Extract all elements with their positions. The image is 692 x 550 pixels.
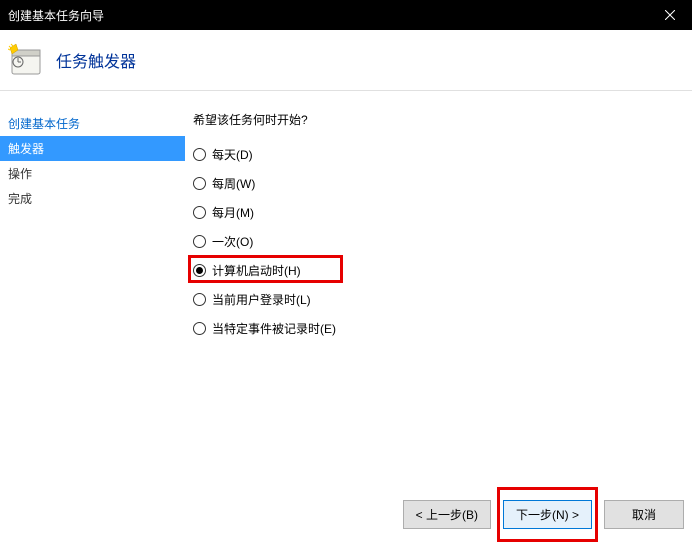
close-button[interactable] — [647, 0, 692, 30]
page-title: 任务触发器 — [56, 48, 136, 72]
radio-icon — [193, 177, 206, 190]
radio-label: 每周(W) — [212, 175, 255, 192]
radio-computer-startup[interactable]: 计算机启动时(H) — [193, 262, 692, 279]
cancel-button[interactable]: 取消 — [604, 500, 684, 529]
titlebar: 创建基本任务向导 — [0, 0, 692, 30]
radio-label: 每月(M) — [212, 204, 254, 221]
sidebar-item-create-task[interactable]: 创建基本任务 — [0, 111, 185, 136]
wizard-footer: < 上一步(B) 下一步(N) > 取消 — [403, 487, 684, 542]
wizard-steps-sidebar: 创建基本任务 触发器 操作 完成 — [0, 91, 185, 501]
radio-daily[interactable]: 每天(D) — [193, 146, 692, 163]
content-area: 创建基本任务 触发器 操作 完成 希望该任务何时开始? 每天(D) 每周(W) … — [0, 91, 692, 501]
radio-icon — [193, 293, 206, 306]
highlight-box-next: 下一步(N) > — [497, 487, 598, 542]
main-panel: 希望该任务何时开始? 每天(D) 每周(W) 每月(M) 一次(O) 计算机 — [185, 91, 692, 501]
sidebar-item-action[interactable]: 操作 — [0, 161, 185, 186]
sidebar-item-trigger[interactable]: 触发器 — [0, 136, 185, 161]
wizard-icon — [8, 42, 44, 78]
radio-label: 当特定事件被记录时(E) — [212, 320, 336, 337]
sidebar-item-finish[interactable]: 完成 — [0, 186, 185, 211]
radio-label: 计算机启动时(H) — [212, 262, 301, 279]
radio-icon — [193, 235, 206, 248]
radio-label: 当前用户登录时(L) — [212, 291, 311, 308]
radio-icon — [193, 206, 206, 219]
radio-weekly[interactable]: 每周(W) — [193, 175, 692, 192]
radio-icon — [193, 148, 206, 161]
radio-specific-event[interactable]: 当特定事件被记录时(E) — [193, 320, 692, 337]
radio-label: 一次(O) — [212, 233, 253, 250]
back-button[interactable]: < 上一步(B) — [403, 500, 491, 529]
close-icon — [665, 10, 675, 20]
trigger-radio-group: 每天(D) 每周(W) 每月(M) 一次(O) 计算机启动时(H) 当前 — [193, 146, 692, 337]
trigger-question: 希望该任务何时开始? — [193, 111, 692, 128]
wizard-header: 任务触发器 — [0, 30, 692, 91]
next-button[interactable]: 下一步(N) > — [503, 500, 592, 529]
radio-icon — [193, 322, 206, 335]
radio-once[interactable]: 一次(O) — [193, 233, 692, 250]
radio-label: 每天(D) — [212, 146, 253, 163]
radio-user-logon[interactable]: 当前用户登录时(L) — [193, 291, 692, 308]
window-title: 创建基本任务向导 — [8, 7, 104, 24]
radio-icon — [193, 264, 206, 277]
radio-monthly[interactable]: 每月(M) — [193, 204, 692, 221]
